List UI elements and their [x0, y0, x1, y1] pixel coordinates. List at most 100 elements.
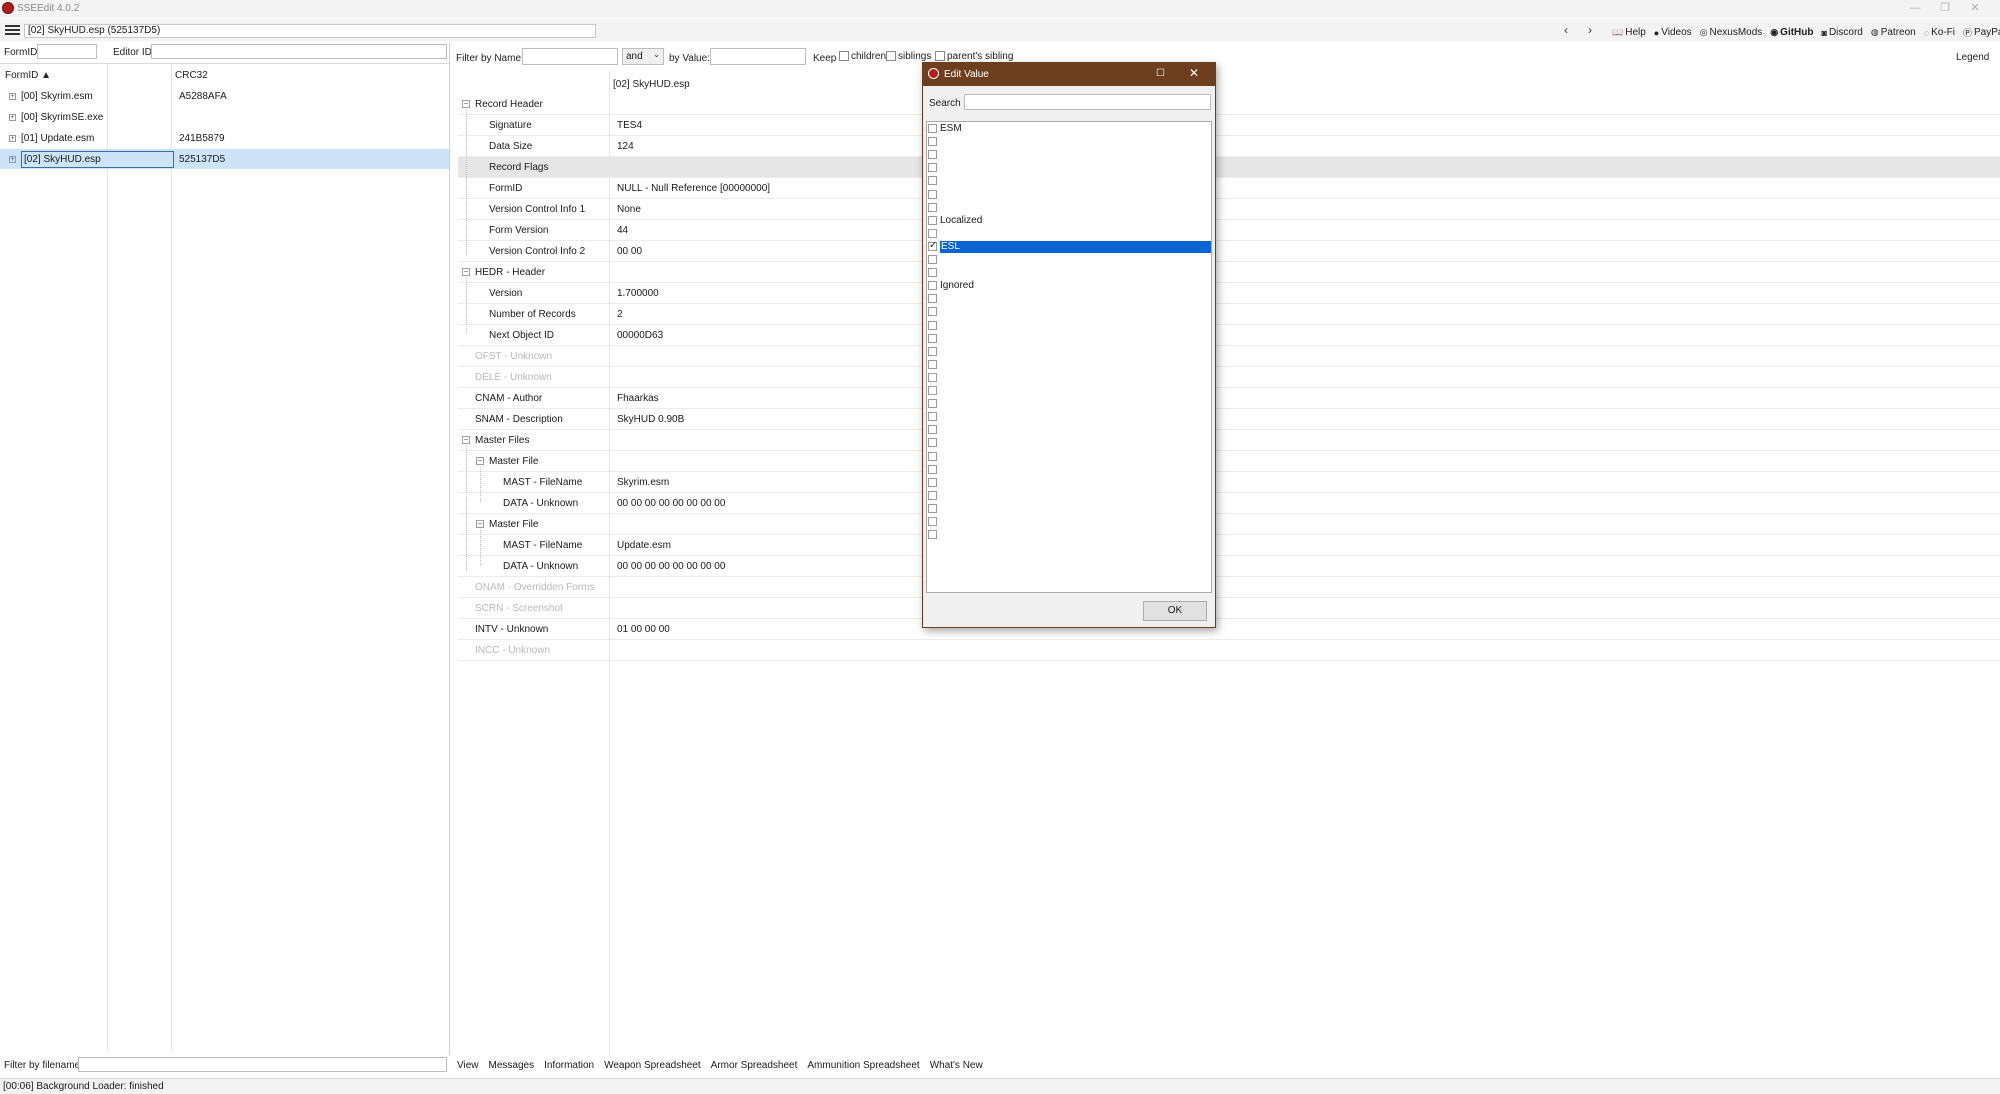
formid-filter-input[interactable]	[37, 44, 97, 59]
flag-label-esm[interactable]: ESM	[940, 123, 962, 134]
flag-checkbox[interactable]	[928, 451, 937, 461]
grid-row-snam-description[interactable]: SNAM - Description SkyHUD 0.90B	[458, 409, 2000, 430]
flag-checkbox[interactable]	[928, 228, 937, 238]
dialog-close-icon[interactable]: ✕	[1189, 66, 1199, 80]
flag-checkbox[interactable]	[928, 307, 937, 317]
grid-row-version-control-2[interactable]: Version Control Info 2 00 00	[458, 241, 2000, 262]
flag-checkbox[interactable]	[928, 490, 937, 500]
collapse-icon[interactable]: −	[476, 457, 484, 465]
flag-checkbox[interactable]	[928, 281, 937, 291]
flag-checkbox[interactable]	[928, 399, 937, 409]
keep-siblings-checkbox[interactable]	[886, 51, 896, 61]
grid-row-scrn[interactable]: SCRN - Screenshot	[458, 598, 2000, 619]
flag-checkbox[interactable]	[928, 359, 937, 369]
grid-row-master-file[interactable]: − Master File	[458, 451, 2000, 472]
tab-view[interactable]: View	[452, 1057, 484, 1077]
grid-row-hedr[interactable]: − HEDR - Header	[458, 262, 2000, 283]
forward-arrow-icon[interactable]: ›	[1588, 23, 1592, 37]
expand-icon[interactable]: +	[9, 155, 16, 163]
minimize-button[interactable]: —	[1900, 0, 1930, 18]
flag-checkbox[interactable]	[928, 372, 937, 382]
collapse-icon[interactable]: −	[462, 268, 470, 276]
grid-row-onam[interactable]: ONAM - Overridden Forms	[458, 577, 2000, 598]
flag-label-localized[interactable]: Localized	[940, 215, 982, 226]
flag-checkbox[interactable]	[928, 124, 937, 133]
kofi-link[interactable]: ◌ Ko-Fi	[1924, 26, 1955, 39]
patreon-link[interactable]: ◍ Patreon	[1871, 26, 1916, 39]
grid-row-formid[interactable]: FormID NULL - Null Reference [00000000]	[458, 178, 2000, 199]
flag-checkbox[interactable]	[928, 255, 937, 264]
flag-checkbox[interactable]	[928, 202, 937, 212]
grid-row-signature[interactable]: Signature TES4	[458, 115, 2000, 136]
flag-checkbox[interactable]	[928, 477, 937, 487]
tab-messages[interactable]: Messages	[484, 1057, 540, 1077]
paypal-link[interactable]: ⓅPayPal	[1963, 26, 2000, 39]
collapse-icon[interactable]: −	[476, 520, 484, 528]
file-row-skyrimse-exe[interactable]: + [00] SkyrimSE.exe	[0, 107, 449, 127]
flag-checkbox[interactable]	[928, 517, 937, 526]
expand-icon[interactable]: +	[9, 92, 16, 100]
flag-checkbox[interactable]	[928, 163, 937, 173]
grid-row-incc[interactable]: INCC - Unknown	[458, 640, 2000, 661]
maximize-icon[interactable]: ☐	[1156, 68, 1165, 79]
grid-row-cnam-author[interactable]: CNAM - Author Fhaarkas	[458, 388, 2000, 409]
flag-checkbox[interactable]	[928, 215, 937, 225]
grid-row-dele[interactable]: DELE - Unknown	[458, 367, 2000, 388]
grid-row-data-unknown[interactable]: DATA - Unknown 00 00 00 00 00 00 00 00	[458, 556, 2000, 577]
flag-checkbox[interactable]	[928, 386, 937, 395]
and-or-select[interactable]: and ⌄	[622, 48, 664, 65]
videos-link[interactable]: ● Videos	[1654, 26, 1692, 39]
record-path-field[interactable]: [02] SkyHUD.esp (525137D5)	[24, 24, 596, 38]
flag-checkbox[interactable]	[928, 189, 937, 199]
flag-checkbox[interactable]	[928, 240, 937, 251]
flag-checkbox[interactable]	[928, 294, 937, 304]
grid-row-data-unknown[interactable]: DATA - Unknown 00 00 00 00 00 00 00 00	[458, 493, 2000, 514]
flag-checkbox[interactable]	[928, 176, 937, 186]
flag-label-ignored[interactable]: Ignored	[940, 280, 974, 291]
flag-checkbox[interactable]	[928, 320, 937, 330]
grid-row-record-flags[interactable]: Record Flags	[458, 157, 2000, 178]
dialog-search-input[interactable]	[964, 94, 1211, 110]
grid-row-mast-filename[interactable]: MAST - FileName Skyrim.esm	[458, 472, 2000, 493]
tab-armor-spreadsheet[interactable]: Armor Spreadsheet	[706, 1057, 803, 1077]
grid-row-data-size[interactable]: Data Size 124	[458, 136, 2000, 157]
grid-row-version[interactable]: Version 1.700000	[458, 283, 2000, 304]
file-row-update-esm[interactable]: + [01] Update.esm 241B5879	[0, 128, 449, 148]
ok-button[interactable]: OK	[1143, 601, 1207, 621]
tab-ammunition-spreadsheet[interactable]: Ammunition Spreadsheet	[802, 1057, 924, 1077]
filename-filter-input[interactable]	[78, 1057, 447, 1072]
crc32-column-header[interactable]: CRC32	[175, 70, 208, 81]
flag-checkbox[interactable]	[928, 412, 937, 422]
legend-button[interactable]: Legend	[1956, 52, 1989, 63]
keep-parents-sibling-checkbox[interactable]	[935, 51, 945, 61]
grid-row-number-of-records[interactable]: Number of Records 2	[458, 304, 2000, 325]
collapse-icon[interactable]: −	[462, 100, 470, 108]
filter-value-input[interactable]	[710, 48, 806, 65]
discord-link[interactable]: ◙ Discord	[1822, 26, 1863, 39]
grid-row-intv[interactable]: INTV - Unknown 01 00 00 00	[458, 619, 2000, 640]
back-arrow-icon[interactable]: ‹	[1564, 23, 1568, 37]
flag-checkbox[interactable]	[928, 268, 937, 278]
grid-row-record-header[interactable]: − Record Header	[458, 94, 2000, 115]
help-link[interactable]: 📖 Help	[1612, 26, 1646, 39]
keep-children-checkbox[interactable]	[839, 51, 849, 61]
grid-row-version-control-1[interactable]: Version Control Info 1 None	[458, 199, 2000, 220]
flag-checkbox[interactable]	[928, 425, 937, 435]
tab-whats-new[interactable]: What's New	[925, 1057, 988, 1077]
filter-name-input[interactable]	[522, 48, 618, 65]
flag-checkbox[interactable]	[928, 346, 937, 356]
grid-row-form-version[interactable]: Form Version 44	[458, 220, 2000, 241]
file-row-skyrim-esm[interactable]: + [00] Skyrim.esm A5288AFA	[0, 86, 449, 106]
menu-icon[interactable]	[5, 25, 20, 35]
grid-row-ofst[interactable]: OFST - Unknown	[458, 346, 2000, 367]
grid-row-mast-filename[interactable]: MAST - FileName Update.esm	[458, 535, 2000, 556]
flag-checkbox[interactable]	[928, 464, 937, 474]
flag-checkbox[interactable]	[928, 150, 937, 160]
github-link[interactable]: ◉ GitHub	[1770, 26, 1813, 39]
flag-checkbox[interactable]	[928, 333, 937, 343]
tab-weapon-spreadsheet[interactable]: Weapon Spreadsheet	[599, 1057, 706, 1077]
grid-row-master-file[interactable]: − Master File	[458, 514, 2000, 535]
tab-information[interactable]: Information	[539, 1057, 599, 1077]
file-row-skyhud-esp[interactable]: + [02] SkyHUD.esp 525137D5	[0, 149, 449, 169]
restore-button[interactable]: ❐	[1930, 0, 1960, 18]
